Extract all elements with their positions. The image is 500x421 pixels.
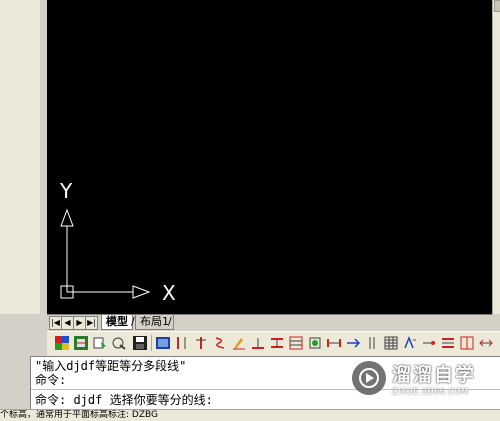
ucs-x-label: X: [162, 281, 176, 305]
tab-model[interactable]: 模型: [101, 315, 133, 330]
tab-separator: /: [168, 315, 172, 328]
command-history-line: "输入djdf等距等分多段线": [35, 359, 187, 373]
left-dock-panel: [0, 0, 41, 314]
toolbar-separator: [151, 335, 152, 351]
tool-u-icon[interactable]: [440, 335, 456, 351]
tool-o-icon[interactable]: [326, 335, 342, 351]
tool-v-icon[interactable]: [459, 335, 475, 351]
left-dock-border: [40, 0, 47, 314]
tool-d-icon[interactable]: [111, 335, 127, 351]
tool-l-icon[interactable]: [269, 335, 285, 351]
tool-k-icon[interactable]: [250, 335, 266, 351]
tool-n-icon[interactable]: [307, 335, 323, 351]
last-tab-icon[interactable]: ▶|: [85, 316, 98, 330]
tool-g-icon[interactable]: [174, 335, 190, 351]
ucs-icon: [60, 208, 151, 299]
tool-w-icon[interactable]: [478, 335, 494, 351]
watermark-title: 溜溜自学: [392, 364, 477, 386]
tool-m-icon[interactable]: [288, 335, 304, 351]
command-left-margin: [0, 356, 30, 409]
tool-i-icon[interactable]: [212, 335, 228, 351]
layout-tab-bar: |◀ ◀ ▶ ▶| 模型 / 布局1 /: [47, 314, 492, 330]
status-bar: 个标高，通常用于平面标高标注: DZBG: [0, 409, 500, 421]
play-logo-icon: [352, 361, 386, 395]
tool-f-icon[interactable]: [155, 335, 171, 351]
scrollbar-thumb[interactable]: [494, 0, 500, 12]
tool-r-icon[interactable]: [383, 335, 399, 351]
save-icon[interactable]: [132, 335, 148, 351]
drawing-canvas[interactable]: Y X: [47, 0, 492, 314]
watermark: 溜溜自学 ZIXUE.3D66.COM: [352, 352, 487, 404]
watermark-subtitle: ZIXUE.3D66.COM: [392, 387, 469, 396]
command-history-line: 命令:: [35, 373, 67, 387]
tool-s-icon[interactable]: [402, 335, 418, 351]
tool-t-icon[interactable]: [421, 335, 437, 351]
tool-q-icon[interactable]: [364, 335, 380, 351]
tool-p-icon[interactable]: [345, 335, 361, 351]
vertical-scrollbar[interactable]: [492, 0, 500, 314]
tool-b-icon[interactable]: [73, 335, 89, 351]
tool-a-icon[interactable]: [54, 335, 70, 351]
ucs-y-label: Y: [60, 179, 73, 203]
tool-c-icon[interactable]: [92, 335, 108, 351]
tool-h-icon[interactable]: [193, 335, 209, 351]
tool-j-icon[interactable]: [231, 335, 247, 351]
command-input-line[interactable]: 命令: djdf 选择你要等分的线:: [35, 393, 213, 407]
